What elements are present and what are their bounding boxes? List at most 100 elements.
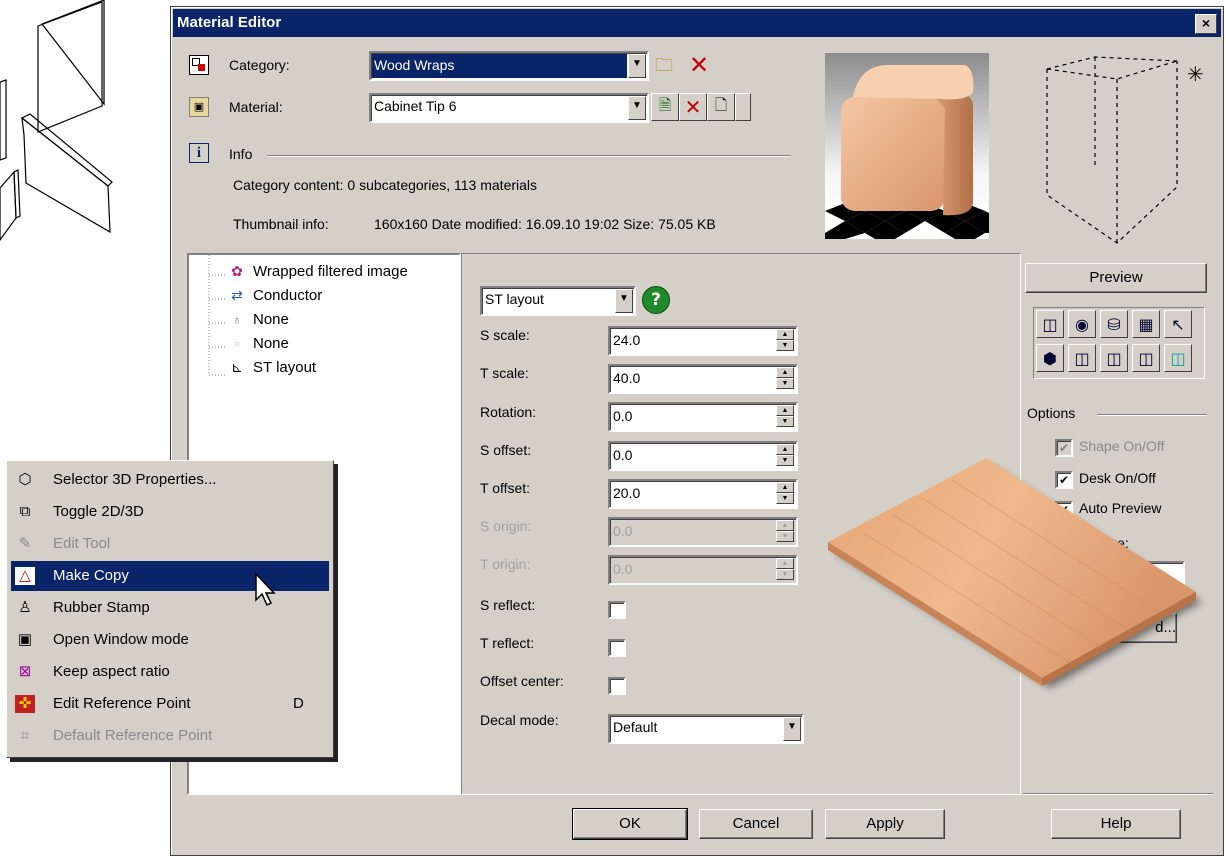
t-scale-spinner[interactable]: ▲ ▼ (776, 367, 794, 389)
bulb-icon: ♁ (231, 311, 243, 328)
svg-text:✳: ✳ (1187, 62, 1204, 86)
thumbnail-info-value: 160x160 Date modified: 16.09.10 19:02 Si… (374, 216, 716, 232)
delete-category-icon[interactable]: ✕ (689, 51, 709, 79)
edit-tool-icon: ✎ (18, 535, 32, 552)
menu-item-toggle-2d3d[interactable]: ⧉ Toggle 2D/3D (11, 497, 329, 527)
window-title: Material Editor (177, 14, 282, 31)
view-cube-5-button[interactable]: ◫ (1164, 344, 1192, 372)
aspect-ratio-icon: ⊠ (18, 663, 32, 680)
copy-material-button[interactable]: 🗋 (707, 93, 735, 121)
chevron-down-icon[interactable]: ▼ (615, 289, 633, 313)
menu-item-edit-reference-point[interactable]: ✜ Edit Reference Point D (11, 689, 329, 719)
s-offset-input[interactable]: 0.0 ▲ ▼ (608, 441, 798, 471)
t-scale-input[interactable]: 40.0 ▲ ▼ (608, 364, 798, 394)
help-button[interactable]: Help (1051, 809, 1181, 839)
new-category-icon[interactable]: 🗀 (655, 55, 679, 77)
offset-center-checkbox[interactable] (608, 677, 626, 695)
extra-material-button[interactable] (735, 93, 751, 121)
t-offset-spinner[interactable]: ▲ ▼ (776, 482, 794, 504)
wood-board-image (828, 458, 1202, 688)
conductor-icon: ⇄ (231, 287, 243, 304)
tree-item-st-layout[interactable]: ⊾ ST layout (227, 359, 316, 383)
t-reflect-checkbox[interactable] (608, 639, 626, 657)
chevron-down-icon[interactable]: ▼ (628, 96, 646, 120)
help-icon[interactable]: ? (642, 286, 670, 314)
default-reference-icon: ⌗ (20, 727, 30, 744)
cancel-button[interactable]: Cancel (699, 809, 813, 839)
layout-type-select[interactable]: ST layout ▼ (480, 286, 636, 316)
delete-material-button[interactable]: ✕ (679, 93, 707, 121)
rotation-spinner[interactable]: ▲ ▼ (776, 405, 794, 427)
view-cylinder-button[interactable]: ⛁ (1100, 310, 1128, 338)
menu-item-make-copy[interactable]: △ Make Copy (11, 561, 329, 591)
s-offset-spinner[interactable]: ▲ ▼ (776, 444, 794, 466)
tree-item-none-light[interactable]: ♁ None (227, 311, 289, 335)
cylinder-icon: ⛁ (1107, 314, 1121, 334)
new-material-button[interactable]: 🗎 (651, 93, 679, 121)
info-icon: i (189, 143, 209, 163)
palette-icon: ✿ (231, 263, 243, 280)
menu-item-rubber-stamp[interactable]: ♙ Rubber Stamp (11, 593, 329, 623)
s-scale-spinner[interactable]: ▲ ▼ (776, 329, 794, 351)
t-offset-input[interactable]: 20.0 ▲ ▼ (608, 479, 798, 509)
s-reflect-checkbox[interactable] (608, 601, 626, 619)
view-cube-4-button[interactable]: ◫ (1132, 344, 1160, 372)
s-origin-input: 0.0 ▲ ▼ (608, 517, 798, 547)
sphere-icon: ◉ (1075, 314, 1089, 334)
info-separator (267, 155, 791, 157)
pointer-icon: ↖ (1171, 314, 1185, 334)
cube-outline-icon: ◫ (1042, 314, 1058, 334)
s-offset-label: S offset: (480, 442, 532, 458)
material-icon: ▣ (189, 97, 209, 117)
close-button[interactable]: × (1195, 14, 1217, 34)
reference-point-icon: ✜ (15, 695, 35, 713)
tree-item-conductor[interactable]: ⇄ Conductor (227, 287, 322, 311)
make-copy-icon: △ (15, 567, 35, 585)
menu-item-selector-3d-properties[interactable]: ⬡ Selector 3D Properties... (11, 465, 329, 495)
view-grid-button[interactable]: ▦ (1132, 310, 1160, 338)
rotation-input[interactable]: 0.0 ▲ ▼ (608, 402, 798, 432)
toggle-2d3d-icon: ⧉ (19, 503, 31, 520)
s-scale-input[interactable]: 24.0 ▲ ▼ (608, 326, 798, 356)
cube-icon: ◫ (1106, 348, 1122, 368)
view-cube-button[interactable]: ◫ (1036, 310, 1064, 338)
category-icon (189, 55, 209, 75)
view-cube-3-button[interactable]: ◫ (1100, 344, 1128, 372)
ok-button[interactable]: OK (572, 808, 688, 840)
t-reflect-label: T reflect: (480, 635, 535, 651)
options-separator (1097, 414, 1207, 416)
category-content-text: Category content: 0 subcategories, 113 m… (233, 177, 538, 193)
title-bar[interactable]: Material Editor × (173, 9, 1221, 37)
cube-icon: ◫ (1138, 348, 1154, 368)
context-menu: ⬡ Selector 3D Properties... ⧉ Toggle 2D/3D… (6, 460, 334, 758)
material-thumbnail (825, 53, 989, 239)
category-select[interactable]: Wood Wraps ▼ (369, 51, 649, 81)
menu-item-open-window-mode[interactable]: ▣ Open Window mode (11, 625, 329, 655)
view-cube-2-button[interactable]: ◫ (1068, 344, 1096, 372)
t-scale-label: T scale: (480, 365, 529, 381)
new-material-icon: 🗎 (658, 95, 672, 114)
shortcut-text: D (293, 695, 304, 712)
decal-mode-label: Decal mode: (480, 712, 559, 728)
preview-button[interactable]: Preview (1025, 263, 1207, 293)
blank-icon: ▫ (234, 335, 240, 352)
bottom-separator (1023, 793, 1213, 795)
chevron-down-icon[interactable]: ▼ (783, 717, 801, 741)
apply-button[interactable]: Apply (825, 809, 945, 839)
view-pointer-button[interactable]: ↖ (1164, 310, 1192, 338)
chevron-down-icon[interactable]: ▼ (628, 54, 646, 78)
axes-icon: ⊾ (231, 359, 243, 376)
view-toolbar: ◫ ◉ ⛁ ▦ ↖ ⬢ ◫ ◫ ◫ ◫ (1033, 307, 1205, 379)
material-select[interactable]: Cabinet Tip 6 ▼ (369, 93, 649, 123)
tree-item-none-blank[interactable]: ▫ None (227, 335, 289, 359)
menu-item-keep-aspect-ratio[interactable]: ⊠ Keep aspect ratio (11, 657, 329, 687)
view-sphere-button[interactable]: ◉ (1068, 310, 1096, 338)
tree-item-wrapped-filtered-image[interactable]: ✿ Wrapped filtered image (227, 263, 408, 287)
t-origin-label: T origin: (480, 556, 531, 572)
s-origin-label: S origin: (480, 518, 532, 534)
mouse-cursor-icon (255, 572, 276, 607)
s-scale-label: S scale: (480, 327, 530, 343)
view-solid-cube-button[interactable]: ⬢ (1036, 344, 1064, 372)
rubber-stamp-icon: ♙ (18, 599, 32, 616)
decal-mode-select[interactable]: Default ▼ (608, 714, 804, 744)
